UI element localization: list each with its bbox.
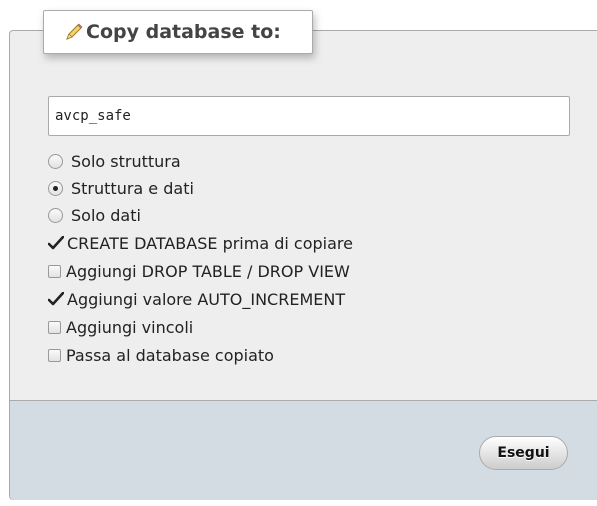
radio-option-solo-struttura[interactable]: Solo struttura bbox=[48, 148, 353, 175]
checkbox-label: Passa al database copiato bbox=[66, 345, 274, 365]
checkbox-label: CREATE DATABASE prima di copiare bbox=[67, 233, 353, 253]
checkbox-unchecked-icon[interactable] bbox=[48, 348, 61, 362]
checkbox-drop-table[interactable]: Aggiungi DROP TABLE / DROP VIEW bbox=[48, 257, 353, 285]
legend-title: Copy database to: bbox=[86, 21, 281, 43]
radio-button[interactable] bbox=[48, 208, 63, 223]
radio-label: Solo struttura bbox=[71, 152, 181, 171]
checkbox-label: Aggiungi DROP TABLE / DROP VIEW bbox=[66, 261, 350, 281]
radio-button[interactable] bbox=[48, 154, 63, 169]
fieldset-legend: Copy database to: bbox=[43, 10, 313, 54]
checkbox-label: Aggiungi vincoli bbox=[66, 317, 194, 337]
checkbox-label: Aggiungi valore AUTO_INCREMENT bbox=[67, 289, 346, 309]
radio-label: Solo dati bbox=[71, 206, 141, 225]
checkbox-switch-to-copied-db[interactable]: Passa al database copiato bbox=[48, 341, 353, 369]
radio-button-checked[interactable] bbox=[48, 181, 63, 196]
radio-option-solo-dati[interactable]: Solo dati bbox=[48, 202, 353, 229]
execute-button[interactable]: Esegui bbox=[479, 436, 568, 470]
pencil-icon bbox=[64, 22, 84, 42]
checkbox-checked-icon[interactable] bbox=[48, 235, 64, 251]
radio-label: Struttura e dati bbox=[71, 179, 194, 198]
checkbox-checked-icon[interactable] bbox=[48, 291, 64, 307]
checkbox-constraints[interactable]: Aggiungi vincoli bbox=[48, 313, 353, 341]
radio-option-struttura-e-dati[interactable]: Struttura e dati bbox=[48, 175, 353, 202]
checkbox-auto-increment[interactable]: Aggiungi valore AUTO_INCREMENT bbox=[48, 285, 353, 313]
checkbox-create-database[interactable]: CREATE DATABASE prima di copiare bbox=[48, 229, 353, 257]
copy-options: Solo struttura Struttura e dati Solo dat… bbox=[48, 148, 353, 369]
checkbox-unchecked-icon[interactable] bbox=[48, 320, 61, 334]
checkbox-unchecked-icon[interactable] bbox=[48, 264, 61, 278]
new-database-name-input[interactable] bbox=[48, 96, 570, 136]
